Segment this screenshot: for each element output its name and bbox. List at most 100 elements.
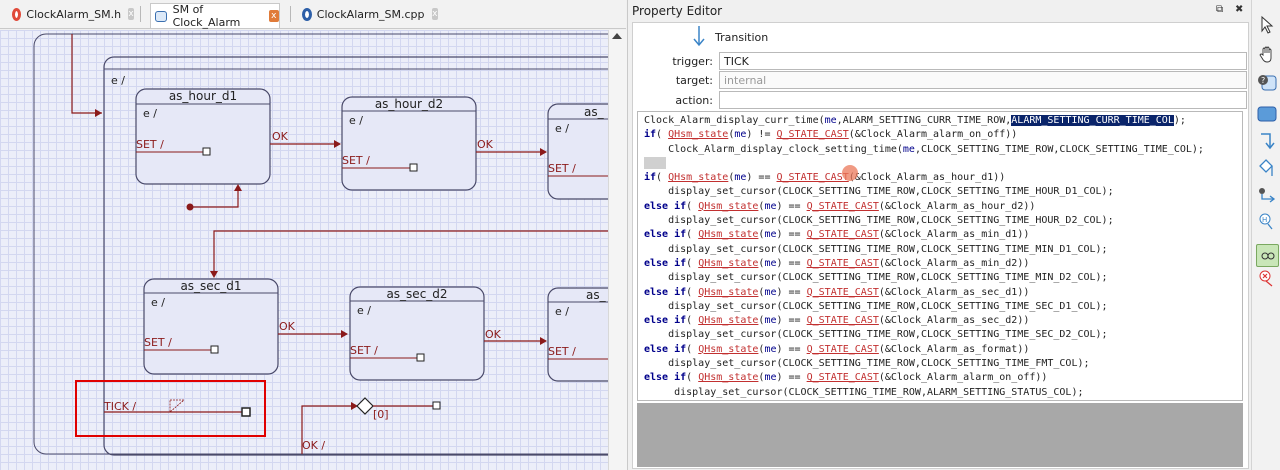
submachine-icon[interactable]: [1256, 244, 1279, 267]
code-token: ) ==: [776, 200, 807, 212]
state-entry-label: e /: [555, 122, 569, 135]
target-field[interactable]: internal: [719, 71, 1247, 89]
code-token: QHsm_state: [698, 315, 759, 327]
code-line: else if( QHsm_state(me) == Q_STATE_CAST(…: [644, 228, 1242, 242]
property-editor-panel: Property Editor ⧉ ✖ Transition trigger: …: [627, 0, 1251, 470]
set-transition-label: SET /: [342, 154, 370, 167]
code-token: (: [686, 343, 699, 355]
code-token: (: [686, 372, 699, 384]
tab-clockalarm-sm-h[interactable]: ClockAlarm_SM.h x: [8, 3, 134, 25]
close-icon[interactable]: ✖: [1235, 4, 1243, 15]
choice-icon[interactable]: [1256, 157, 1277, 178]
set-transition-label: SET /: [548, 345, 576, 358]
restore-icon[interactable]: ⧉: [1216, 4, 1223, 15]
state-box-icon[interactable]: [1256, 103, 1277, 124]
hand-pan-icon[interactable]: [1256, 44, 1277, 65]
state-as-sec-d1[interactable]: as_sec_d1 e / SET /: [143, 278, 279, 375]
arrowhead-icon: [540, 337, 547, 345]
state-entry-label: e /: [555, 305, 569, 318]
state-as-format-partial[interactable]: as_ e / SET /: [547, 287, 608, 382]
state-diagram-canvas[interactable]: e / as_hour_d1 e / SET / OK as_hour_d2 e…: [0, 30, 608, 470]
svg-text:?: ?: [1261, 76, 1265, 85]
tab-separator: [290, 6, 291, 22]
code-line: display_set_cursor(CLOCK_SETTING_TIME_RO…: [644, 300, 1242, 314]
code-token: display_set_cursor(CLOCK_SETTING_TIME_RO…: [644, 300, 1108, 312]
code-token: Q_STATE_CAST: [806, 229, 879, 241]
state-icon[interactable]: ?: [1256, 72, 1277, 93]
tab-close-icon[interactable]: x: [431, 8, 438, 20]
tab-close-icon[interactable]: x: [128, 8, 134, 20]
code-token: (&Clock_Alarm_as_sec_d2)): [878, 315, 1030, 327]
arrowhead-icon: [540, 148, 547, 156]
code-token: display_set_cursor(CLOCK_SETTING_TIME_RO…: [644, 272, 1108, 284]
code-line: display_set_cursor(CLOCK_SETTING_TIME_RO…: [644, 243, 1242, 257]
code-token: if: [644, 172, 657, 184]
code-line: display_set_cursor(CLOCK_SETTING_TIME_RO…: [644, 357, 1242, 371]
code-token: (&Clock_Alarm_as_format)): [878, 343, 1030, 355]
code-token: me: [902, 143, 915, 155]
code-token: ) ==: [776, 343, 807, 355]
code-token: (: [686, 315, 699, 327]
state-as-min-d1-partial[interactable]: as_ e / SET /: [547, 103, 608, 200]
select-arrow-icon[interactable]: [1256, 14, 1277, 35]
state-entry-label: e /: [357, 304, 371, 317]
c-header-file-icon: [12, 7, 22, 21]
code-token: (&Clock_Alarm_as_hour_d2)): [878, 200, 1036, 212]
initial-transition-icon[interactable]: [1256, 184, 1277, 205]
code-line: else if( QHsm_state(me) == Q_STATE_CAST(…: [644, 343, 1242, 357]
vertical-scrollbar[interactable]: [608, 30, 627, 470]
history-icon[interactable]: H: [1256, 211, 1277, 232]
code-token: display_set_cursor(CLOCK_SETTING_TIME_RO…: [644, 386, 1084, 398]
entry-transition[interactable]: [71, 34, 102, 114]
final-state-icon[interactable]: [1256, 268, 1277, 289]
ok-transition-label: OK: [477, 138, 494, 151]
tab-label: ClockAlarm_SM.h: [26, 7, 122, 21]
code-token: Clock_Alarm_display_curr_time(: [644, 115, 825, 126]
code-line: if( QHsm_state(me) == Q_STATE_CAST(&Cloc…: [644, 171, 1242, 185]
code-line: else if( QHsm_state(me) == Q_STATE_CAST(…: [644, 286, 1242, 300]
set-transition-label: SET /: [144, 336, 172, 349]
code-token: ) ==: [776, 257, 807, 269]
code-token: (&Clock_Alarm_alarm_on_off)): [878, 372, 1048, 384]
set-transition-label: SET /: [548, 162, 576, 175]
tab-clockalarm-sm-cpp[interactable]: ClockAlarm_SM.cpp x: [298, 3, 438, 25]
tab-separator: [140, 6, 141, 22]
code-token: QHsm_state: [698, 343, 759, 355]
code-line: else if( QHsm_state(me) == Q_STATE_CAST(…: [644, 257, 1242, 271]
trigger-field[interactable]: TICK: [719, 52, 1247, 70]
tab-close-icon[interactable]: x: [268, 10, 280, 22]
code-token: (: [686, 200, 699, 212]
code-token: (: [656, 129, 669, 141]
state-entry-label: e /: [143, 107, 157, 120]
code-token: display_set_cursor(CLOCK_SETTING_TIME_RO…: [644, 243, 1108, 255]
code-token: ) ==: [776, 229, 807, 241]
code-token: else if: [644, 315, 687, 327]
initial-transition[interactable]: [190, 186, 239, 208]
code-token: me: [764, 200, 777, 212]
property-editor-body: Transition trigger: TICK target: interna…: [632, 22, 1249, 469]
code-token: (&Clock_Alarm_as_min_d2)): [878, 257, 1030, 269]
tab-sm-of-clock-alarm[interactable]: SM of Clock_Alarm x: [150, 3, 280, 29]
transition-icon[interactable]: [1256, 130, 1277, 151]
code-token: me: [764, 229, 777, 241]
scroll-up-icon[interactable]: [612, 33, 622, 39]
state-entry-label: e /: [151, 296, 165, 309]
state-as-hour-d1[interactable]: as_hour_d1 e / SET /: [135, 88, 271, 185]
code-token: display_set_cursor(CLOCK_SETTING_TIME_RO…: [644, 215, 1114, 227]
action-code-editor[interactable]: Clock_Alarm_display_curr_time(me,ALARM_S…: [637, 111, 1243, 401]
transition-arrow-icon: [693, 26, 705, 47]
code-token: (: [686, 286, 699, 298]
state-as-hour-d2[interactable]: as_hour_d2 e / SET /: [341, 96, 477, 191]
code-token: else if: [644, 372, 687, 384]
tick-internal-transition[interactable]: TICK /: [103, 399, 251, 417]
set-transition-label: SET /: [350, 344, 378, 357]
state-as-sec-d2[interactable]: as_sec_d2 e / SET /: [349, 286, 485, 381]
code-token: me: [824, 115, 837, 126]
row-transition[interactable]: [213, 230, 608, 276]
choice-diamond-icon[interactable]: [356, 397, 374, 415]
mouse-cursor-indicator: [842, 165, 858, 181]
state-entry-label: e /: [349, 114, 363, 127]
action-field[interactable]: [719, 91, 1247, 109]
code-token: else if: [644, 229, 687, 241]
transition-end-icon: [432, 401, 441, 410]
